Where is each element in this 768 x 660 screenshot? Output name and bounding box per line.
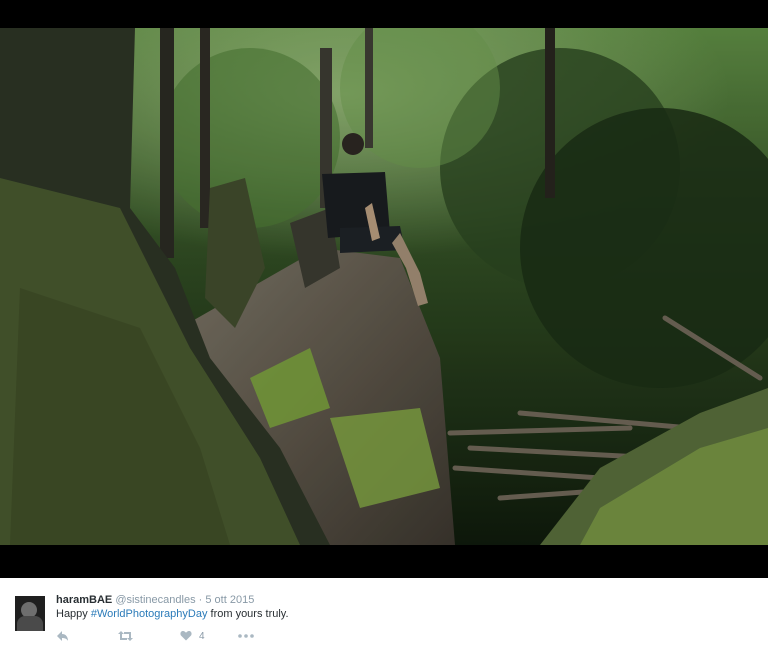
header-separator: · xyxy=(198,594,203,606)
heart-icon xyxy=(180,631,192,641)
tweet-photo[interactable] xyxy=(0,28,768,545)
user-handle[interactable]: @sistinecandles xyxy=(115,594,195,606)
retweet-icon xyxy=(118,631,133,641)
like-count: 4 xyxy=(199,631,205,642)
forest-photo-image xyxy=(0,28,768,545)
photo-container xyxy=(0,0,768,578)
tweet-card: haramBAE @sistinecandles · 5 ott 2015 Ha… xyxy=(0,578,768,660)
reply-button[interactable] xyxy=(56,630,69,642)
user-name[interactable]: haramBAE xyxy=(56,594,112,606)
retweet-button[interactable] xyxy=(118,630,133,642)
like-button[interactable] xyxy=(180,630,192,641)
tweet-header: haramBAE @sistinecandles · 5 ott 2015 xyxy=(56,594,254,606)
avatar-body-shape xyxy=(17,616,43,631)
tweet-text: Happy #WorldPhotographyDay from yours tr… xyxy=(56,608,289,620)
hashtag-link[interactable]: #WorldPhotographyDay xyxy=(91,608,208,620)
tweet-date[interactable]: 5 ott 2015 xyxy=(205,594,254,606)
more-icon xyxy=(238,634,254,638)
avatar[interactable] xyxy=(15,596,45,631)
reply-icon xyxy=(57,631,68,641)
tweet-text-after: from yours truly. xyxy=(207,608,289,620)
tweet-text-before: Happy xyxy=(56,608,91,620)
more-button[interactable] xyxy=(238,630,254,642)
